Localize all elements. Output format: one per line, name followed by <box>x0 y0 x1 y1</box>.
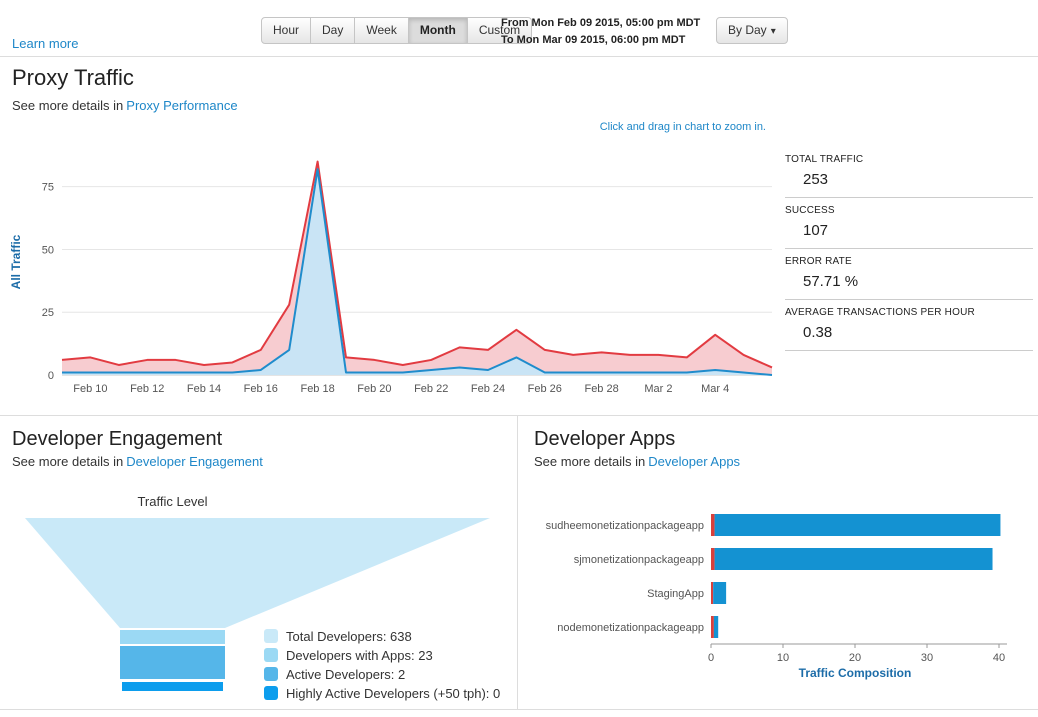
legend-label: Total Developers: 638 <box>286 629 412 644</box>
stat-value: 253 <box>785 171 1033 188</box>
developer-engagement-link[interactable]: Developer Engagement <box>126 454 263 469</box>
funnel-legend-item: Active Developers: 2 <box>264 667 500 682</box>
developer-apps-link[interactable]: Developer Apps <box>648 454 740 469</box>
svg-text:sjmonetizationpackageapp: sjmonetizationpackageapp <box>574 554 704 566</box>
proxy-details-line: See more details inProxy Performance <box>12 98 238 113</box>
legend-label: Developers with Apps: 23 <box>286 648 433 663</box>
svg-text:0: 0 <box>708 652 714 664</box>
svg-text:Feb 26: Feb 26 <box>528 383 562 395</box>
svg-text:Feb 12: Feb 12 <box>130 383 164 395</box>
stat-success: SUCCESS 107 <box>785 198 1033 249</box>
svg-text:StagingApp: StagingApp <box>647 588 704 600</box>
range-button-month[interactable]: Month <box>409 17 468 44</box>
svg-text:Feb 18: Feb 18 <box>300 383 334 395</box>
engagement-details-line: See more details inDeveloper Engagement <box>12 454 263 469</box>
funnel-legend-item: Total Developers: 638 <box>264 629 500 644</box>
legend-label: Highly Active Developers (+50 tph): 0 <box>286 686 500 701</box>
svg-text:sudheemonetizationpackageapp: sudheemonetizationpackageapp <box>546 520 704 532</box>
proxy-traffic-section: Proxy Traffic See more details inProxy P… <box>0 57 1038 416</box>
funnel-legend-item: Highly Active Developers (+50 tph): 0 <box>264 686 500 701</box>
svg-text:50: 50 <box>42 244 54 256</box>
learn-more-link[interactable]: Learn more <box>12 36 78 51</box>
top-bar: Learn more Hour Day Week Month Custom Fr… <box>0 0 1038 57</box>
time-range-button-group: Hour Day Week Month Custom <box>261 17 532 44</box>
granularity-dropdown[interactable]: By Day ▾ <box>716 17 788 44</box>
svg-text:40: 40 <box>993 652 1005 664</box>
stat-label: TOTAL TRAFFIC <box>785 154 1033 165</box>
caret-down-icon: ▾ <box>771 26 776 37</box>
developer-apps-chart[interactable]: 0 10 20 30 40 sudheemonetizationpackageapp sjm… <box>526 496 1031 688</box>
stat-value: 57.71 % <box>785 273 1033 290</box>
funnel-legend-item: Developers with Apps: 23 <box>264 648 500 663</box>
stat-label: ERROR RATE <box>785 256 1033 267</box>
stat-avg-tph: AVERAGE TRANSACTIONS PER HOUR 0.38 <box>785 300 1033 351</box>
svg-text:Feb 10: Feb 10 <box>73 383 107 395</box>
stat-error-rate: ERROR RATE 57.71 % <box>785 249 1033 300</box>
svg-text:Feb 20: Feb 20 <box>357 383 391 395</box>
svg-text:Feb 22: Feb 22 <box>414 383 448 395</box>
date-range: From Mon Feb 09 2015, 05:00 pm MDT To Mo… <box>501 15 700 48</box>
svg-text:Mar 4: Mar 4 <box>701 383 729 395</box>
stat-value: 107 <box>785 222 1033 239</box>
svg-text:20: 20 <box>849 652 861 664</box>
developer-apps-title: Developer Apps <box>534 428 675 451</box>
funnel-title: Traffic Level <box>0 494 345 509</box>
svg-text:Feb 16: Feb 16 <box>244 383 278 395</box>
range-button-week[interactable]: Week <box>355 17 408 44</box>
bottom-row: Developer Engagement See more details in… <box>0 416 1038 710</box>
developer-engagement-title: Developer Engagement <box>12 428 222 451</box>
svg-text:Feb 28: Feb 28 <box>584 383 618 395</box>
legend-label: Active Developers: 2 <box>286 667 405 682</box>
legend-swatch <box>264 667 278 681</box>
stat-label: SUCCESS <box>785 205 1033 216</box>
proxy-traffic-title: Proxy Traffic <box>12 65 134 91</box>
developer-engagement-section: Developer Engagement See more details in… <box>0 416 518 709</box>
svg-text:Feb 14: Feb 14 <box>187 383 221 395</box>
legend-swatch <box>264 648 278 662</box>
dashboard-page: Learn more Hour Day Week Month Custom Fr… <box>0 0 1038 717</box>
svg-text:75: 75 <box>42 182 54 194</box>
svg-text:Traffic Composition: Traffic Composition <box>799 666 912 680</box>
details-prefix: See more details in <box>534 454 645 469</box>
stat-total-traffic: TOTAL TRAFFIC 253 <box>785 147 1033 198</box>
zoom-hint: Click and drag in chart to zoom in. <box>600 121 766 133</box>
svg-text:Mar 2: Mar 2 <box>644 383 672 395</box>
svg-text:25: 25 <box>42 307 54 319</box>
svg-text:Feb 24: Feb 24 <box>471 383 505 395</box>
apps-details-line: See more details inDeveloper Apps <box>534 454 740 469</box>
svg-text:10: 10 <box>777 652 789 664</box>
developer-apps-section: Developer Apps See more details inDevelo… <box>518 416 1038 709</box>
details-prefix: See more details in <box>12 454 123 469</box>
date-to: To Mon Mar 09 2015, 06:00 pm MDT <box>501 32 700 49</box>
legend-swatch <box>264 629 278 643</box>
stat-label: AVERAGE TRANSACTIONS PER HOUR <box>785 307 1033 318</box>
proxy-performance-link[interactable]: Proxy Performance <box>126 98 237 113</box>
proxy-traffic-chart[interactable]: 0 25 50 75 Feb 10 Feb 12 Feb 14 Feb 16 Feb 18 Feb… <box>0 137 790 405</box>
svg-text:nodemonetizationpackageapp: nodemonetizationpackageapp <box>557 622 704 634</box>
funnel-legend: Total Developers: 638 Developers with App… <box>264 629 500 705</box>
details-prefix: See more details in <box>12 98 123 113</box>
range-button-hour[interactable]: Hour <box>261 17 311 44</box>
granularity-label: By Day <box>728 23 767 37</box>
svg-text:30: 30 <box>921 652 933 664</box>
proxy-stats-panel: TOTAL TRAFFIC 253 SUCCESS 107 ERROR RATE… <box>785 147 1033 351</box>
legend-swatch <box>264 686 278 700</box>
range-button-day[interactable]: Day <box>311 17 355 44</box>
stat-value: 0.38 <box>785 324 1033 341</box>
svg-text:0: 0 <box>48 370 54 382</box>
svg-text:All Traffic: All Traffic <box>9 234 23 289</box>
date-from: From Mon Feb 09 2015, 05:00 pm MDT <box>501 15 700 32</box>
